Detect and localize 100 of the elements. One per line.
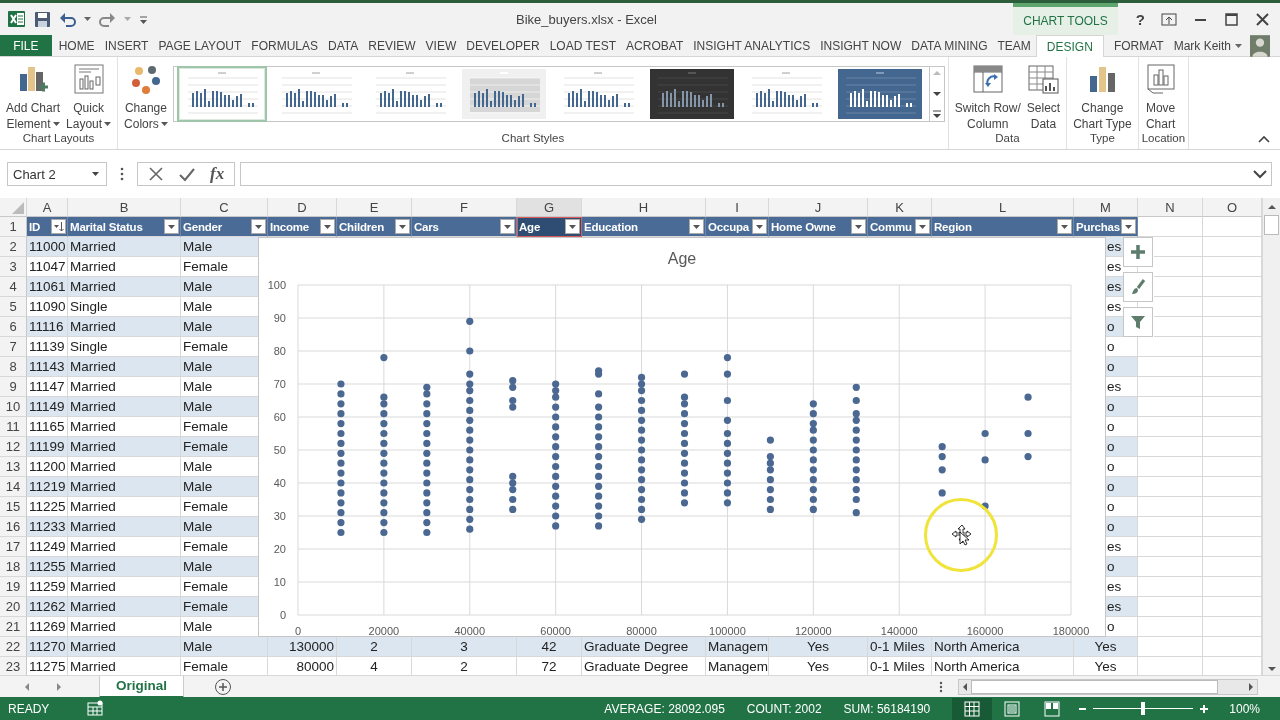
row-header[interactable]: 2 <box>0 237 27 257</box>
header-cell[interactable]: Cars <box>412 217 517 237</box>
column-header[interactable]: B <box>68 198 181 217</box>
header-cell[interactable]: Commu <box>868 217 932 237</box>
ribbon-button[interactable]: Move Chart <box>1141 63 1180 132</box>
axis-label: 100000 <box>709 625 746 637</box>
ribbon-button[interactable]: Change Colors <box>121 63 171 132</box>
header-cell[interactable]: Occupa <box>706 217 769 237</box>
row-header[interactable]: 8 <box>0 357 27 377</box>
header-cell[interactable]: Gender <box>181 217 268 237</box>
ribbon-tab[interactable]: HOME <box>53 35 100 56</box>
row-header[interactable]: 13 <box>0 457 27 477</box>
header-cell[interactable]: Region <box>932 217 1074 237</box>
row-header[interactable]: 19 <box>0 577 27 597</box>
row-header[interactable]: 12 <box>0 437 27 457</box>
ribbon-tab[interactable]: INSIGHT NOW <box>815 35 907 56</box>
row-header[interactable]: 18 <box>0 557 27 577</box>
ribbon-button[interactable]: Select Data <box>1023 63 1064 132</box>
account-name[interactable]: Mark Keith <box>1173 35 1231 56</box>
row-header[interactable]: 14 <box>0 477 27 497</box>
sheet-tab[interactable]: Original <box>99 675 184 698</box>
column-header[interactable]: H <box>582 198 706 217</box>
table-cell: 42 <box>517 637 582 657</box>
row-header[interactable]: 7 <box>0 337 27 357</box>
row-header[interactable]: 6 <box>0 317 27 337</box>
header-label: Purchas <box>1076 220 1120 233</box>
table-cell: 2 <box>337 637 412 657</box>
axis-label: 80 <box>273 345 286 357</box>
column-header[interactable]: M <box>1074 198 1138 217</box>
ribbon-tab[interactable]: ACROBAT <box>621 35 689 56</box>
row-header[interactable]: 10 <box>0 397 27 417</box>
row-header[interactable]: 16 <box>0 517 27 537</box>
window-title: Bike_buyers.xlsx - Excel <box>515 11 658 27</box>
row-header[interactable]: 4 <box>0 277 27 297</box>
ribbon-tab[interactable]: INSERT <box>99 35 154 56</box>
header-label: Age <box>519 220 541 233</box>
chart-area[interactable]: 0 10 20 30 40 50 60 70 80 90 100 0 20000 40000 60000 80000 100000 120000 140000 160000 180000 Age <box>258 237 1106 637</box>
row-header[interactable]: 15 <box>0 497 27 517</box>
header-cell[interactable]: Income <box>268 217 337 237</box>
ribbon-button[interactable]: Switch Row/ Column <box>951 63 1024 132</box>
ribbon-tab[interactable]: INSIGHT ANALYTICS <box>688 35 816 56</box>
ribbon-tab[interactable]: DESIGN <box>1035 35 1104 57</box>
ribbon-tab[interactable]: VIEW <box>420 35 462 56</box>
column-header[interactable]: A <box>27 198 68 217</box>
ribbon-tab[interactable]: FORMULAS <box>246 35 324 56</box>
header-cell[interactable]: Home Owne <box>769 217 868 237</box>
header-cell[interactable]: ID <box>27 217 68 237</box>
table-cell: 11199 <box>27 437 68 457</box>
column-header[interactable]: N <box>1138 198 1203 217</box>
header-label: Occupa <box>708 220 749 233</box>
column-header[interactable]: C <box>181 198 268 217</box>
table-cell: 3 <box>412 637 517 657</box>
header-cell[interactable]: Age <box>517 217 582 237</box>
ribbon-tab[interactable]: FILE <box>0 35 52 56</box>
row-header[interactable]: 1 <box>0 217 27 237</box>
row-header[interactable]: 17 <box>0 537 27 557</box>
ribbon-tab[interactable]: DATA MINING <box>906 35 993 56</box>
header-cell[interactable]: Purchas <box>1074 217 1138 237</box>
column-header[interactable]: K <box>868 198 932 217</box>
ribbon-tab[interactable]: DATA <box>323 35 364 56</box>
zoom-level[interactable]: 100% <box>1229 701 1260 716</box>
name-box[interactable]: Chart 2 <box>7 162 107 186</box>
ribbon-tab[interactable]: FORMAT <box>1103 35 1174 56</box>
ribbon-tab[interactable]: DEVELOPER <box>461 35 545 56</box>
column-header[interactable]: F <box>412 198 517 217</box>
axis-label: 120000 <box>794 625 832 637</box>
row-header[interactable]: 20 <box>0 597 27 617</box>
column-header[interactable]: O <box>1203 198 1262 217</box>
status-text: READY <box>8 701 50 716</box>
column-header[interactable]: D <box>268 198 337 217</box>
row-header[interactable]: 21 <box>0 617 27 637</box>
ribbon-button[interactable]: Quick Layout <box>63 63 115 132</box>
header-cell[interactable]: Marital Status <box>68 217 181 237</box>
table-cell: 0-1 Miles <box>868 637 932 657</box>
table-cell: 11000 <box>27 237 68 257</box>
column-header[interactable]: E <box>337 198 412 217</box>
ribbon-tab[interactable]: TEAM <box>992 35 1036 56</box>
ribbon-tab[interactable]: REVIEW <box>363 35 421 56</box>
ribbon-button[interactable]: Add Chart Element <box>3 63 64 132</box>
ribbon-button[interactable]: Change Chart Type <box>1070 63 1135 132</box>
table-cell: Married <box>68 597 181 617</box>
ribbon-tab[interactable]: LOAD TEST <box>544 35 622 56</box>
column-header[interactable]: L <box>932 198 1074 217</box>
row-header[interactable]: 5 <box>0 297 27 317</box>
row-header[interactable]: 3 <box>0 257 27 277</box>
row-header[interactable]: 22 <box>0 637 27 657</box>
header-cell[interactable]: Children <box>337 217 412 237</box>
row-header[interactable]: 9 <box>0 377 27 397</box>
help-button[interactable]: ? <box>1135 10 1145 28</box>
column-header[interactable]: I <box>706 198 769 217</box>
insert-function-button[interactable]: fx <box>210 164 225 184</box>
ribbon-tab[interactable]: PAGE LAYOUT <box>153 35 247 56</box>
header-cell[interactable]: Education <box>582 217 706 237</box>
column-header[interactable]: G <box>517 198 582 217</box>
table-cell: 11270 <box>27 637 68 657</box>
row-header[interactable]: 23 <box>0 657 27 675</box>
column-header[interactable]: J <box>769 198 868 217</box>
status-text: SUM: 56184190 <box>843 701 931 716</box>
row-header[interactable]: 11 <box>0 417 27 437</box>
header-label: Gender <box>183 220 223 233</box>
